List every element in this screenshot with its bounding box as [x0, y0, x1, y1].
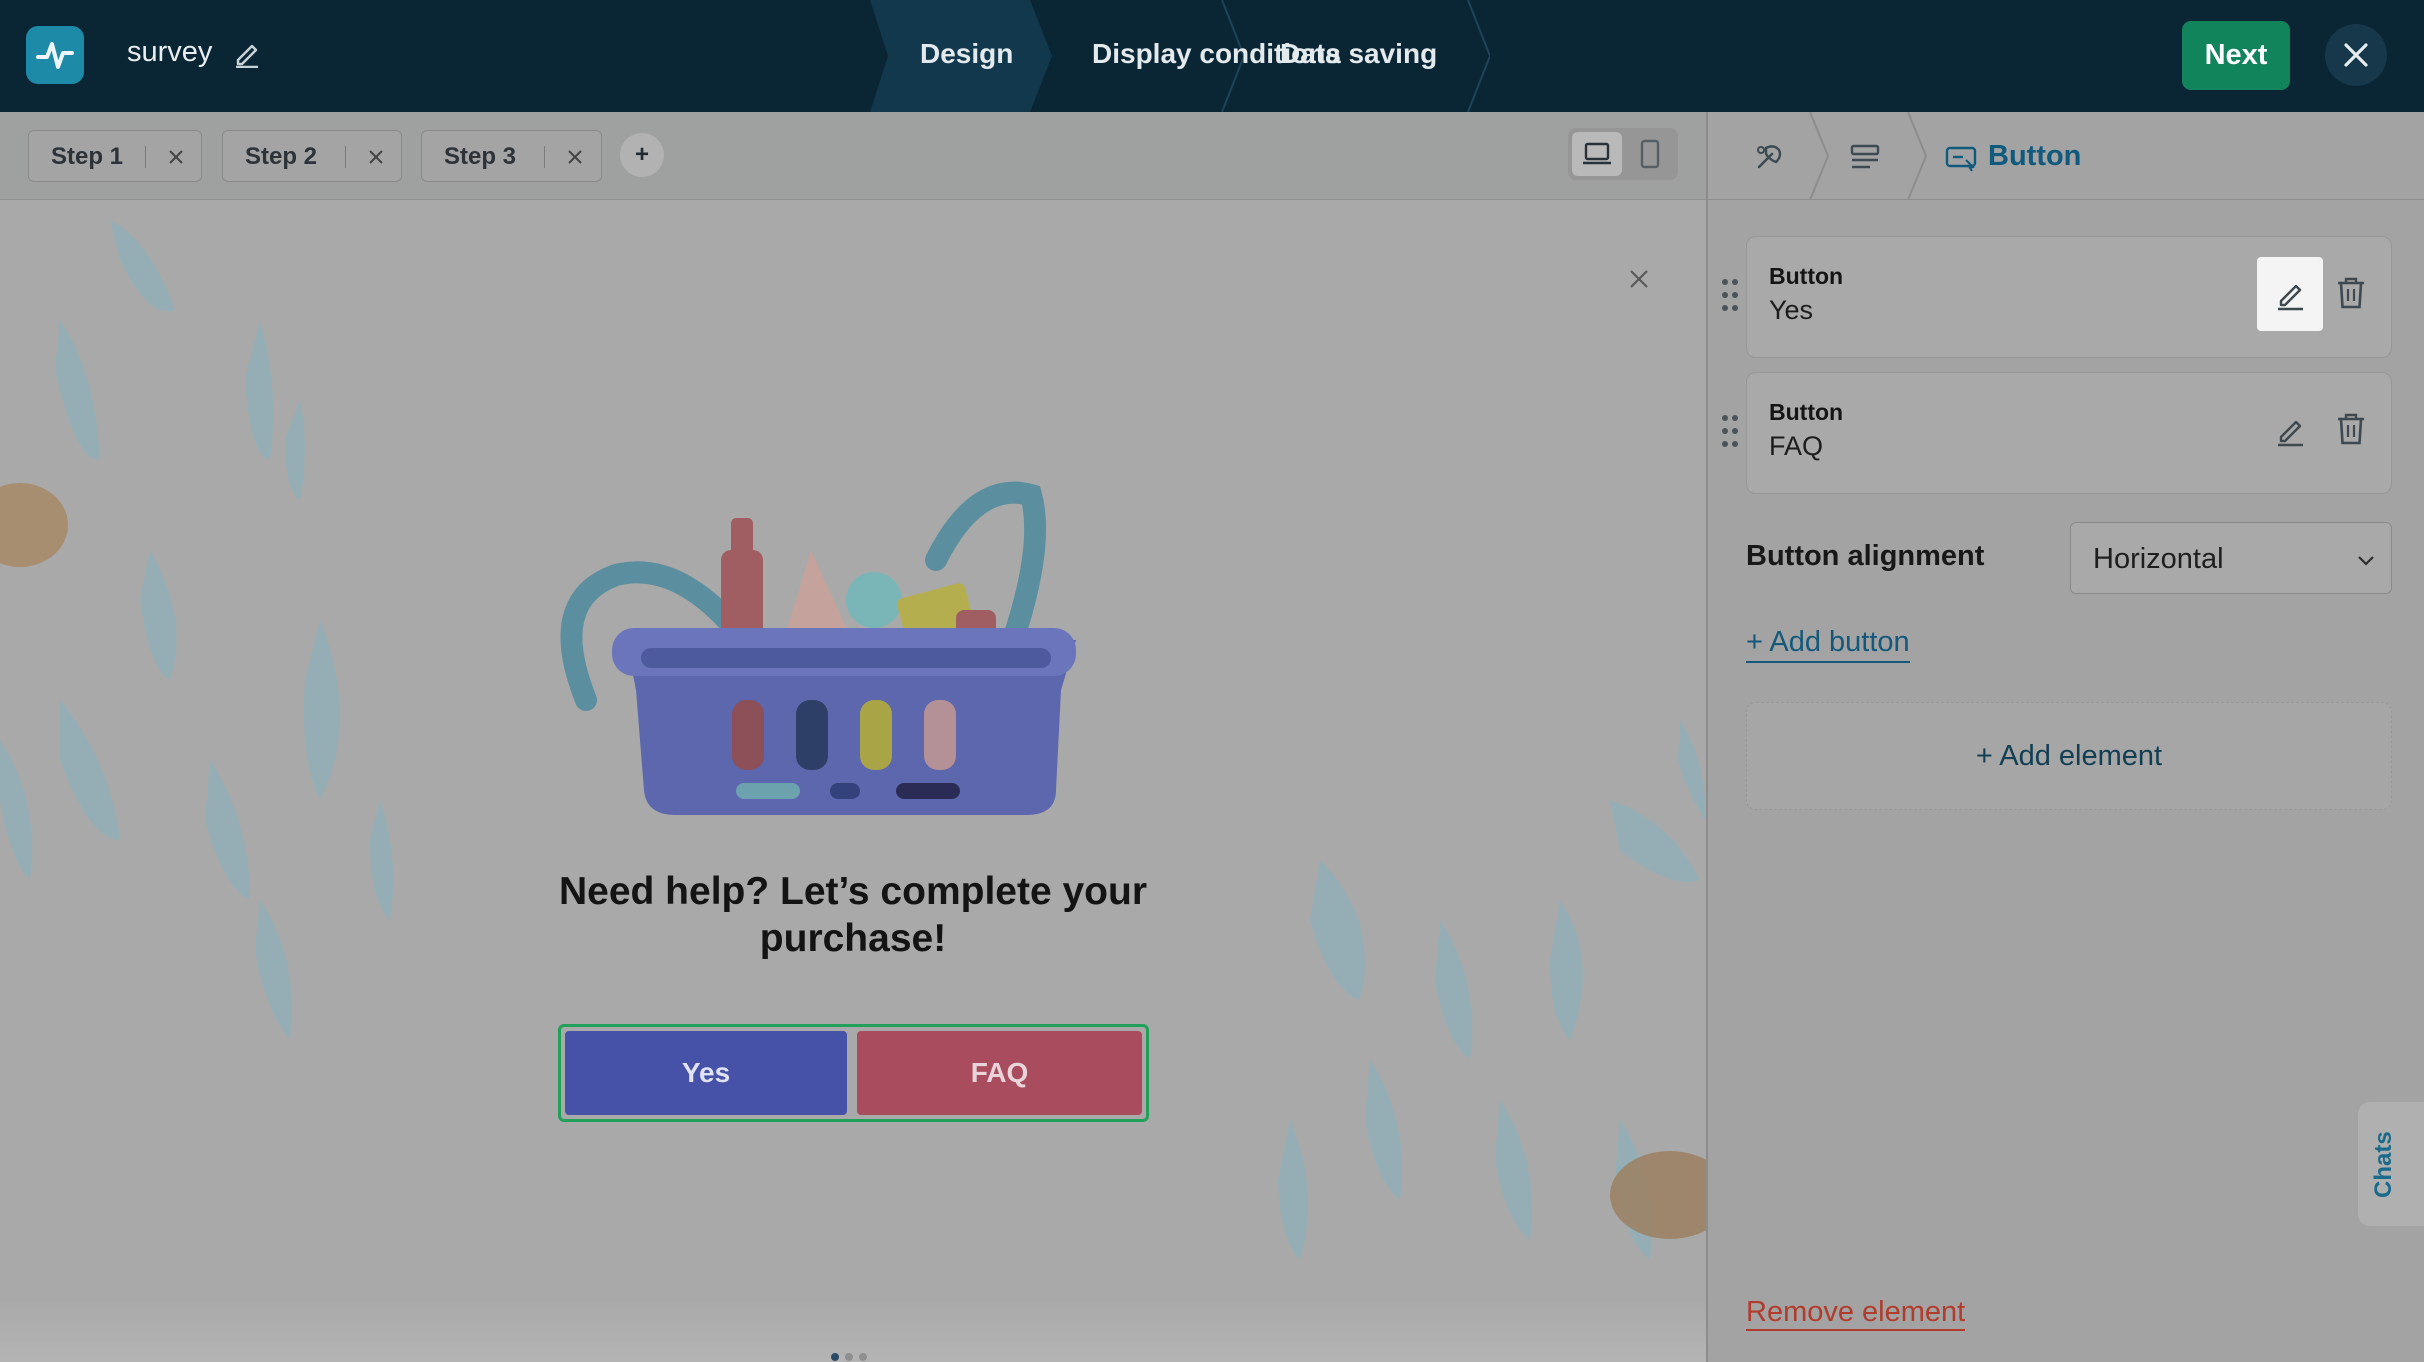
button-element-icon — [1945, 146, 1977, 172]
form-icon[interactable] — [1848, 140, 1882, 174]
popup-close-icon[interactable] — [1622, 262, 1656, 296]
survey-name: survey — [127, 36, 213, 68]
add-button-link[interactable]: + Add button — [1746, 626, 1910, 663]
pencil-icon — [2278, 420, 2303, 447]
step-tab-divider — [544, 146, 545, 168]
step-tab-3[interactable]: Step 3 — [421, 130, 602, 182]
wizard-step-label: Design — [920, 38, 1014, 69]
close-step-icon[interactable] — [564, 146, 586, 168]
panel-breadcrumb: Button — [1708, 112, 2424, 200]
close-icon — [2344, 43, 2368, 67]
edit-name-icon[interactable] — [232, 38, 262, 68]
step-tab-1[interactable]: Step 1 — [28, 130, 202, 182]
mobile-view-button[interactable] — [1626, 132, 1674, 176]
pulse-logo-icon — [36, 42, 74, 69]
app-logo[interactable] — [26, 26, 84, 84]
preview-canvas: Need help? Let’s complete your purchase!… — [0, 200, 1706, 1362]
button-alignment-label: Button alignment — [1746, 540, 1985, 572]
button-item-faq[interactable]: Button FAQ — [1746, 372, 2392, 494]
close-editor-button[interactable] — [2325, 24, 2387, 86]
button-alignment-select[interactable]: Horizontal — [2070, 522, 2392, 594]
shopping-basket-illustration — [560, 481, 1076, 815]
phone-icon — [1640, 139, 1660, 169]
drag-handle-icon[interactable] — [1720, 276, 1740, 314]
step-tab-label: Step 2 — [245, 143, 318, 170]
wizard-step-data-saving[interactable]: Data saving — [1240, 0, 1490, 112]
top-bar: survey Design Display conditions Data sa… — [0, 0, 2424, 112]
wizard-step-label: Data saving — [1280, 38, 1438, 69]
button-item-yes[interactable]: Button Yes — [1746, 236, 2392, 358]
laptop-icon — [1583, 142, 1611, 165]
popup-faq-button[interactable]: FAQ — [857, 1031, 1142, 1115]
select-value: Horizontal — [2093, 543, 2224, 575]
remove-element-link[interactable]: Remove element — [1746, 1296, 1966, 1331]
popup-yes-button[interactable]: Yes — [565, 1031, 847, 1115]
device-preview-toggle — [1568, 128, 1678, 180]
step-tab-label: Step 1 — [51, 143, 124, 170]
carousel-dots — [831, 1353, 867, 1361]
add-element-button[interactable]: + Add element — [1746, 702, 2392, 810]
step-tab-divider — [345, 146, 346, 168]
step-tab-2[interactable]: Step 2 — [222, 130, 402, 182]
properties-panel: Button Button Yes Button FAQ Button alig… — [1706, 112, 2424, 1362]
design-icon[interactable] — [1752, 140, 1786, 174]
step-tab-label: Step 3 — [444, 143, 517, 170]
desktop-view-button[interactable] — [1572, 132, 1622, 176]
step-tab-divider — [145, 146, 146, 168]
edit-item-button[interactable] — [2257, 257, 2323, 331]
wizard-step-design[interactable]: Design — [870, 0, 1052, 112]
close-step-icon[interactable] — [165, 146, 187, 168]
add-step-button[interactable]: + — [620, 133, 664, 177]
item-type-label: Button — [1769, 263, 1844, 289]
breadcrumb-separator — [1809, 112, 1830, 200]
item-type-label: Button — [1769, 399, 1844, 425]
trash-icon[interactable] — [2331, 273, 2371, 313]
item-value: FAQ — [1769, 431, 1824, 461]
drag-handle-icon[interactable] — [1720, 412, 1740, 450]
chevron-down-icon — [2358, 556, 2374, 566]
chats-label: Chats — [2370, 1131, 2397, 1198]
breadcrumb-separator — [1907, 112, 1928, 200]
next-button[interactable]: Next — [2182, 21, 2290, 90]
close-step-icon[interactable] — [365, 146, 387, 168]
breadcrumb-current: Button — [1988, 140, 2082, 172]
item-value: Yes — [1769, 295, 1814, 325]
popup-headline: Need help? Let’s complete your purchase! — [558, 870, 1147, 960]
trash-icon[interactable] — [2331, 409, 2371, 449]
edit-item-button[interactable] — [2257, 393, 2323, 467]
pencil-icon — [2278, 284, 2303, 311]
chats-tab[interactable]: Chats — [2358, 1102, 2424, 1226]
step-tab-bar: Step 1 Step 2 Step 3 — [0, 112, 1706, 200]
button-group-selected[interactable]: Yes FAQ — [558, 1024, 1149, 1122]
